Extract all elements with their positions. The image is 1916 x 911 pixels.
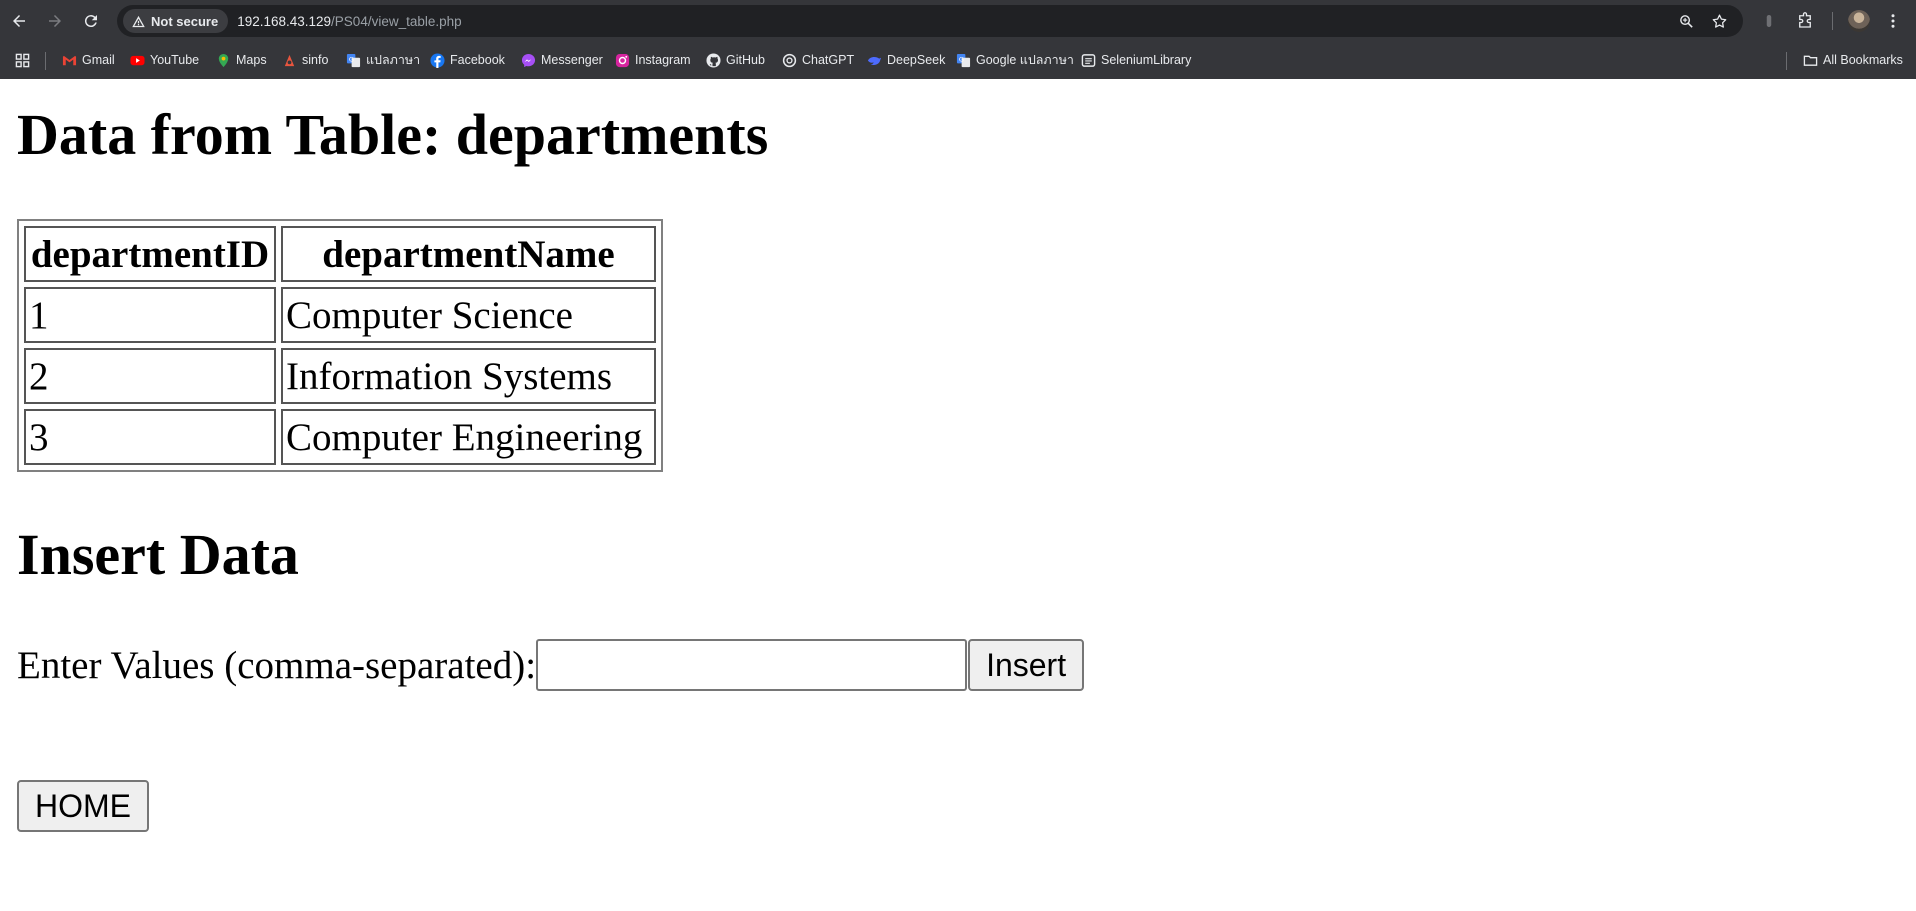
page-title: Data from Table: departments <box>17 102 769 167</box>
bookmark-instagram[interactable]: Instagram <box>609 47 696 73</box>
url-host: 192.168.43.129 <box>237 13 332 29</box>
table-cell: 1 <box>24 287 276 343</box>
zoom-icon <box>1679 14 1693 28</box>
bookmark-facebook[interactable]: Facebook <box>424 47 510 73</box>
bookmark-label: SeleniumLibrary <box>1101 53 1192 67</box>
url-text[interactable]: 192.168.43.129/PS04/view_table.php <box>237 14 461 29</box>
translate-icon: G <box>346 53 360 67</box>
security-label: Not secure <box>151 13 219 29</box>
bookmark-label: Instagram <box>635 53 691 67</box>
bookmarks-bar: Gmail YouTube Maps sinfo G แปลภาษา Faceb… <box>0 42 1916 79</box>
url-path: /PS04/view_table.php <box>331 13 462 29</box>
table-cell: Computer Science <box>281 287 656 343</box>
translate-icon: G <box>956 53 970 67</box>
values-input[interactable] <box>536 639 968 691</box>
github-icon <box>705 52 721 68</box>
insert-label: Enter Values (comma-separated): <box>17 643 537 687</box>
bookmark-label: DeepSeek <box>887 53 946 67</box>
home-button[interactable]: HOME <box>17 780 149 832</box>
warning-icon <box>132 15 145 27</box>
bookmark-deepseek[interactable]: DeepSeek <box>861 47 950 73</box>
bookmarks-divider <box>1786 52 1787 70</box>
kebab-menu-icon <box>1891 14 1895 28</box>
facebook-icon <box>429 52 445 68</box>
table-row: 2 Information Systems <box>24 348 656 404</box>
bookmark-seleniumlibrary[interactable]: SeleniumLibrary <box>1075 47 1196 73</box>
bookmark-messenger[interactable]: Messenger <box>515 47 608 73</box>
zoom-button[interactable] <box>1676 11 1696 31</box>
bookmark-label: YouTube <box>150 53 200 67</box>
table-cell: Computer Engineering <box>281 409 656 465</box>
bookmark-google-translate[interactable]: G Google แปลภาษา <box>950 47 1079 73</box>
bookmark-star-button[interactable] <box>1709 11 1729 31</box>
reload-icon <box>84 15 97 28</box>
toolbar-divider <box>1832 12 1833 30</box>
table-cell: 3 <box>24 409 276 465</box>
bookmark-youtube[interactable]: YouTube <box>124 47 204 73</box>
table-cell: 2 <box>24 348 276 404</box>
puzzle-icon <box>1799 12 1811 28</box>
bookmark-chatgpt[interactable]: ChatGPT <box>776 47 859 73</box>
youtube-icon <box>129 55 145 65</box>
bookmark-label: GitHub <box>726 53 765 67</box>
security-chip[interactable]: Not secure <box>123 9 229 33</box>
maps-icon <box>218 53 228 67</box>
svg-text:G: G <box>348 55 353 63</box>
table-row: 1 Computer Science <box>24 287 656 343</box>
svg-text:G: G <box>958 55 963 63</box>
sinfo-icon <box>284 54 294 66</box>
bookmark-label: Facebook <box>450 53 505 67</box>
reload-button[interactable] <box>76 6 106 36</box>
extension-pin-icon <box>1766 15 1772 27</box>
back-button[interactable] <box>4 6 34 36</box>
all-bookmarks-button[interactable]: All Bookmarks <box>1797 47 1908 73</box>
bookmark-label: sinfo <box>302 53 329 67</box>
browser-menu-button[interactable] <box>1882 10 1904 32</box>
forward-arrow-icon <box>49 15 61 27</box>
profile-avatar[interactable] <box>1848 10 1870 32</box>
bookmark-label: Google แปลภาษา <box>976 53 1074 67</box>
all-bookmarks-label: All Bookmarks <box>1823 53 1903 67</box>
gmail-icon <box>62 55 76 65</box>
chatgpt-icon <box>782 53 796 67</box>
forward-button[interactable] <box>40 6 70 36</box>
selenium-icon <box>1081 53 1095 67</box>
bookmarks-divider <box>45 52 46 70</box>
address-bar[interactable]: Not secure 192.168.43.129/PS04/view_tabl… <box>117 5 1743 37</box>
departments-table: departmentID departmentName 1 Computer S… <box>17 219 663 472</box>
instagram-icon <box>615 53 629 67</box>
bookmark-label: Messenger <box>541 53 603 67</box>
bookmark-label: แปลภาษา <box>366 53 421 67</box>
column-header: departmentID <box>24 226 276 282</box>
insert-heading: Insert Data <box>17 522 299 587</box>
bookmark-translate[interactable]: G แปลภาษา <box>340 47 425 73</box>
bookmark-sinfo[interactable]: sinfo <box>276 47 333 73</box>
bookmark-label: ChatGPT <box>802 53 855 67</box>
bookmark-gmail[interactable]: Gmail <box>56 47 120 73</box>
bookmark-github[interactable]: GitHub <box>700 47 770 73</box>
bookmark-maps[interactable]: Maps <box>210 47 272 73</box>
table-cell: Information Systems <box>281 348 656 404</box>
insert-button[interactable]: Insert <box>968 639 1085 691</box>
extensions-menu-button[interactable] <box>1794 10 1816 32</box>
bookmark-label: Gmail <box>82 53 115 67</box>
table-row: 3 Computer Engineering <box>24 409 656 465</box>
table-header-row: departmentID departmentName <box>24 226 656 282</box>
browser-toolbar: Not secure 192.168.43.129/PS04/view_tabl… <box>0 0 1916 42</box>
apps-grid-icon <box>15 53 29 67</box>
deepseek-icon <box>867 56 881 65</box>
messenger-icon <box>521 53 535 67</box>
star-icon <box>1712 13 1726 28</box>
insert-form: Enter Values (comma-separated): Insert <box>17 639 1085 691</box>
column-header: departmentName <box>281 226 656 282</box>
page-content: Data from Table: departments departmentI… <box>0 79 1916 911</box>
bookmark-label: Maps <box>236 53 267 67</box>
back-arrow-icon <box>13 15 25 27</box>
apps-button[interactable] <box>9 47 35 73</box>
folder-icon <box>1803 55 1817 66</box>
extension-button[interactable] <box>1758 10 1780 32</box>
browser-chrome: Not secure 192.168.43.129/PS04/view_tabl… <box>0 0 1916 79</box>
